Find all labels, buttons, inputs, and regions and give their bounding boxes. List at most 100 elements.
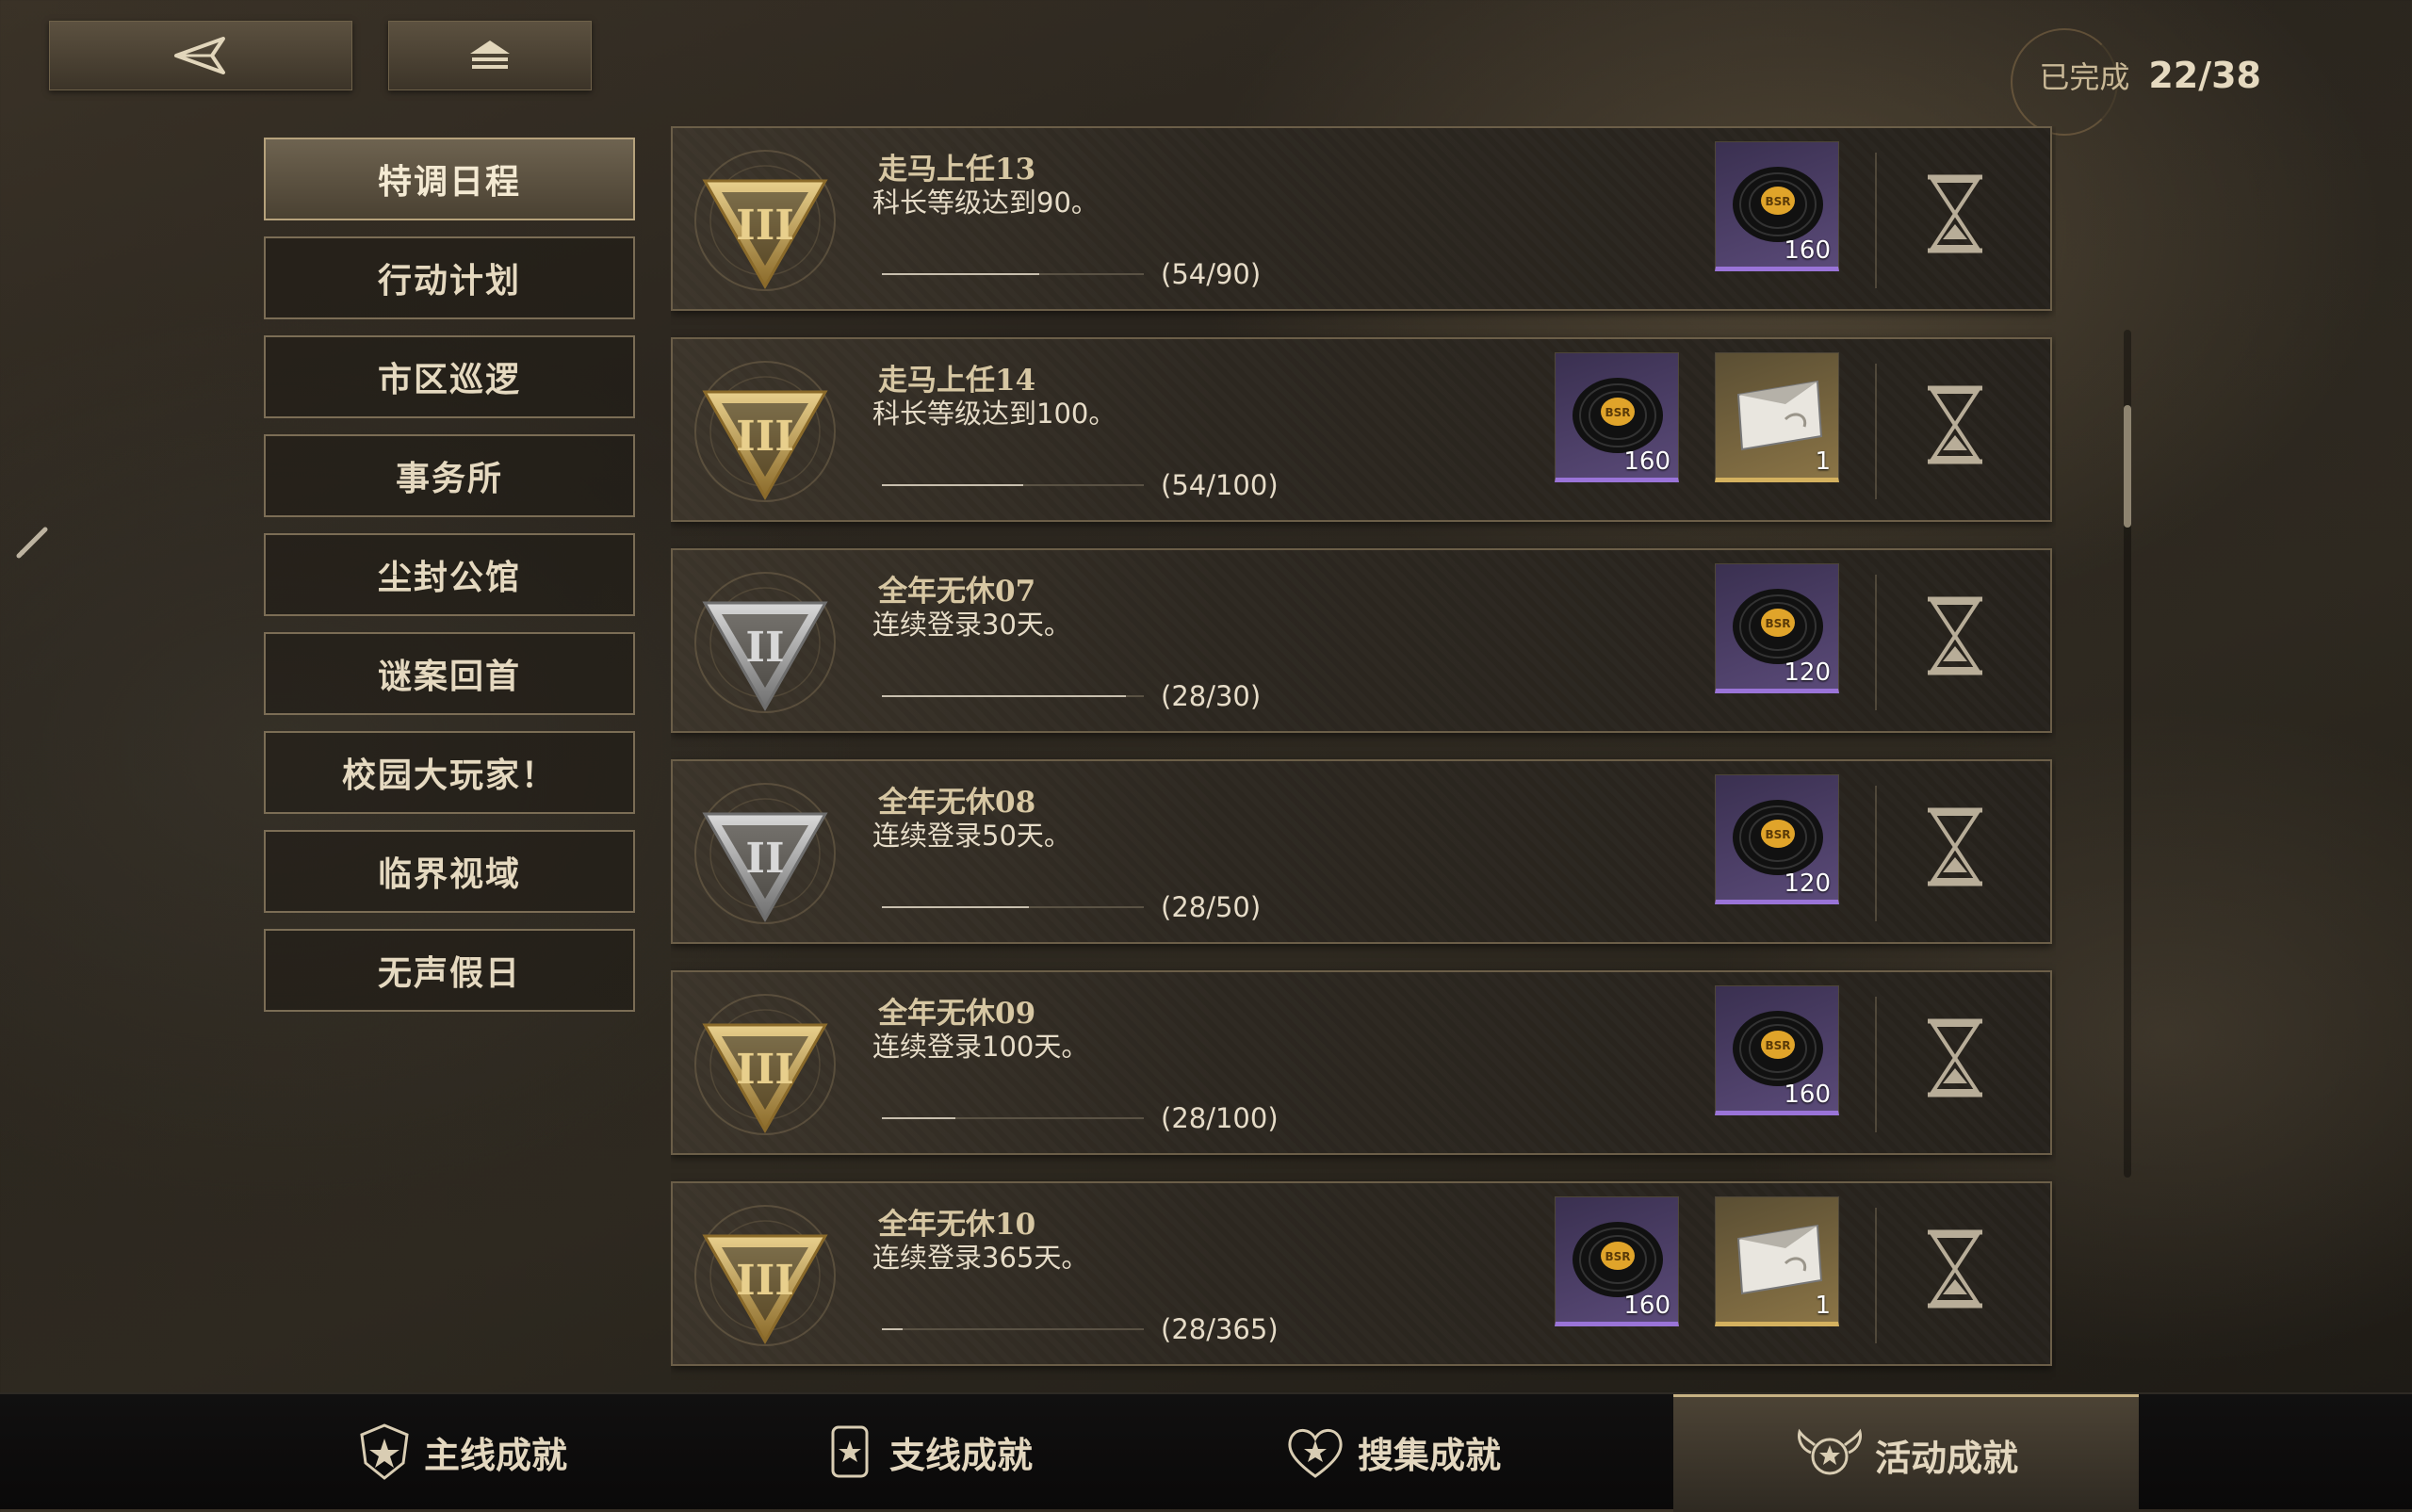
achievement-card[interactable]: III 走马上任13 科长等级达到90。 (54/90) BSR 160 bbox=[671, 126, 2052, 311]
svg-text:BSR: BSR bbox=[1605, 1250, 1630, 1263]
achievement-progress-count: (54/90) bbox=[1161, 258, 1262, 290]
hourglass-icon bbox=[1928, 1018, 1982, 1097]
achievement-card[interactable]: II 全年无休07 连续登录30天。 (28/30) BSR 120 bbox=[671, 548, 2052, 733]
back-button[interactable] bbox=[49, 21, 352, 90]
achievement-description: 科长等级达到90。 bbox=[872, 187, 1099, 219]
badge-star-icon bbox=[831, 1425, 869, 1478]
svg-text:BSR: BSR bbox=[1605, 406, 1630, 419]
category-item-6[interactable]: 校园大玩家！ bbox=[264, 731, 635, 814]
category-menu: 特调日程 行动计划 市区巡逻 事务所 尘封公馆 谜案回首 校园大玩家！ 临界视域… bbox=[264, 138, 635, 1028]
reward-quantity: 160 bbox=[1784, 236, 1831, 265]
svg-text:BSR: BSR bbox=[1765, 1039, 1790, 1052]
record-disc-icon: BSR bbox=[1733, 589, 1823, 664]
pencil-icon[interactable] bbox=[13, 524, 51, 561]
hourglass-icon bbox=[1928, 385, 1982, 464]
achievement-description: 连续登录30天。 bbox=[872, 609, 1071, 641]
svg-text:III: III bbox=[736, 413, 794, 461]
category-item-0[interactable]: 特调日程 bbox=[264, 138, 635, 220]
reward-item[interactable]: 1 bbox=[1715, 1196, 1839, 1326]
reward-quantity: 1 bbox=[1815, 1292, 1831, 1320]
tab-label: 主线成就 bbox=[423, 1433, 567, 1476]
tab-main-achievements[interactable]: 主线成就 bbox=[228, 1394, 693, 1509]
home-button[interactable] bbox=[388, 21, 592, 90]
tab-side-achievements[interactable]: 支线成就 bbox=[693, 1394, 1159, 1509]
achievement-card[interactable]: III 全年无休10 连续登录365天。 (28/365) BSR 160 1 bbox=[671, 1181, 2052, 1366]
achievement-badge-icon: III bbox=[694, 150, 836, 291]
reward-item[interactable]: BSR 120 bbox=[1715, 563, 1839, 693]
achievement-badge-icon: III bbox=[694, 361, 836, 502]
achievement-progress-bar bbox=[882, 1328, 1144, 1330]
achievement-badge-icon: II bbox=[694, 572, 836, 713]
reward-quantity: 120 bbox=[1784, 658, 1831, 687]
achievement-progress-bar bbox=[882, 906, 1144, 908]
scrollbar-thumb[interactable] bbox=[2124, 405, 2131, 528]
reward-item[interactable]: BSR 160 bbox=[1715, 985, 1839, 1115]
category-item-4[interactable]: 尘封公馆 bbox=[264, 533, 635, 616]
achievement-progress-bar bbox=[882, 695, 1144, 697]
hourglass-icon bbox=[1928, 174, 1982, 253]
reward-quantity: 160 bbox=[1623, 447, 1670, 476]
tab-collection-achievements[interactable]: 搜集成就 bbox=[1159, 1394, 1624, 1509]
svg-text:III: III bbox=[736, 1046, 794, 1094]
svg-text:III: III bbox=[736, 1257, 794, 1305]
tab-label: 搜集成就 bbox=[1357, 1433, 1501, 1476]
reward-quantity: 1 bbox=[1815, 447, 1831, 476]
reward-item[interactable]: BSR 160 bbox=[1715, 141, 1839, 271]
back-arrow-icon bbox=[174, 37, 225, 74]
achievement-progress-bar bbox=[882, 1117, 1144, 1119]
svg-text:BSR: BSR bbox=[1765, 195, 1790, 208]
scrollbar[interactable] bbox=[2124, 330, 2131, 1178]
record-disc-icon: BSR bbox=[1573, 1222, 1663, 1297]
achievement-badge-icon: III bbox=[694, 1205, 836, 1346]
card-divider bbox=[1875, 1208, 1877, 1343]
achievement-card[interactable]: II 全年无休08 连续登录50天。 (28/50) BSR 120 bbox=[671, 759, 2052, 944]
achievement-description: 科长等级达到100。 bbox=[872, 398, 1116, 430]
shield-star-icon bbox=[360, 1423, 409, 1480]
category-item-7[interactable]: 临界视域 bbox=[264, 830, 635, 913]
achievement-progress-bar bbox=[882, 273, 1144, 275]
svg-text:II: II bbox=[745, 835, 784, 883]
category-item-3[interactable]: 事务所 bbox=[264, 434, 635, 517]
reward-quantity: 120 bbox=[1784, 870, 1831, 898]
ticket-icon bbox=[1736, 380, 1823, 451]
record-disc-icon: BSR bbox=[1733, 800, 1823, 875]
tab-label: 活动成就 bbox=[1874, 1436, 2018, 1479]
tab-event-achievements[interactable]: 活动成就 bbox=[1673, 1394, 2139, 1512]
svg-text:II: II bbox=[745, 624, 784, 672]
card-divider bbox=[1875, 364, 1877, 499]
card-divider bbox=[1875, 997, 1877, 1132]
achievement-type-tabs: 主线成就 支线成就 搜集成就 活动成就 bbox=[0, 1392, 2412, 1512]
svg-text:BSR: BSR bbox=[1765, 617, 1790, 630]
heart-star-icon bbox=[1288, 1429, 1343, 1478]
winged-star-icon bbox=[1798, 1428, 1862, 1475]
achievement-progress-count: (28/100) bbox=[1161, 1102, 1279, 1134]
record-disc-icon: BSR bbox=[1573, 378, 1663, 453]
achievement-badge-icon: III bbox=[694, 994, 836, 1135]
completed-label: 已完成 bbox=[2039, 59, 2130, 95]
reward-item[interactable]: 1 bbox=[1715, 352, 1839, 482]
ticket-icon bbox=[1736, 1224, 1823, 1295]
reward-item[interactable]: BSR 160 bbox=[1555, 352, 1679, 482]
achievement-list[interactable]: III 走马上任13 科长等级达到90。 (54/90) BSR 160 III 走马上任14… bbox=[671, 126, 2056, 1389]
category-item-1[interactable]: 行动计划 bbox=[264, 236, 635, 319]
achievement-card[interactable]: III 走马上任14 科长等级达到100。 (54/100) BSR 160 1 bbox=[671, 337, 2052, 522]
category-item-8[interactable]: 无声假日 bbox=[264, 929, 635, 1012]
achievement-progress-count: (54/100) bbox=[1161, 469, 1279, 501]
reward-quantity: 160 bbox=[1623, 1292, 1670, 1320]
card-divider bbox=[1875, 153, 1877, 288]
achievement-card[interactable]: III 全年无休09 连续登录100天。 (28/100) BSR 160 bbox=[671, 970, 2052, 1155]
category-item-5[interactable]: 谜案回首 bbox=[264, 632, 635, 715]
reward-item[interactable]: BSR 120 bbox=[1715, 774, 1839, 904]
record-disc-icon: BSR bbox=[1733, 167, 1823, 242]
reward-quantity: 160 bbox=[1784, 1081, 1831, 1109]
achievement-description: 连续登录50天。 bbox=[872, 820, 1071, 852]
category-item-2[interactable]: 市区巡逻 bbox=[264, 335, 635, 418]
achievement-badge-icon: II bbox=[694, 783, 836, 924]
achievement-progress-count: (28/30) bbox=[1161, 680, 1262, 712]
hourglass-icon bbox=[1928, 1229, 1982, 1309]
achievement-description: 连续登录100天。 bbox=[872, 1031, 1089, 1063]
home-icon bbox=[470, 41, 510, 69]
reward-item[interactable]: BSR 160 bbox=[1555, 1196, 1679, 1326]
achievement-progress-count: (28/50) bbox=[1161, 891, 1262, 923]
achievement-description: 连续登录365天。 bbox=[872, 1242, 1089, 1274]
